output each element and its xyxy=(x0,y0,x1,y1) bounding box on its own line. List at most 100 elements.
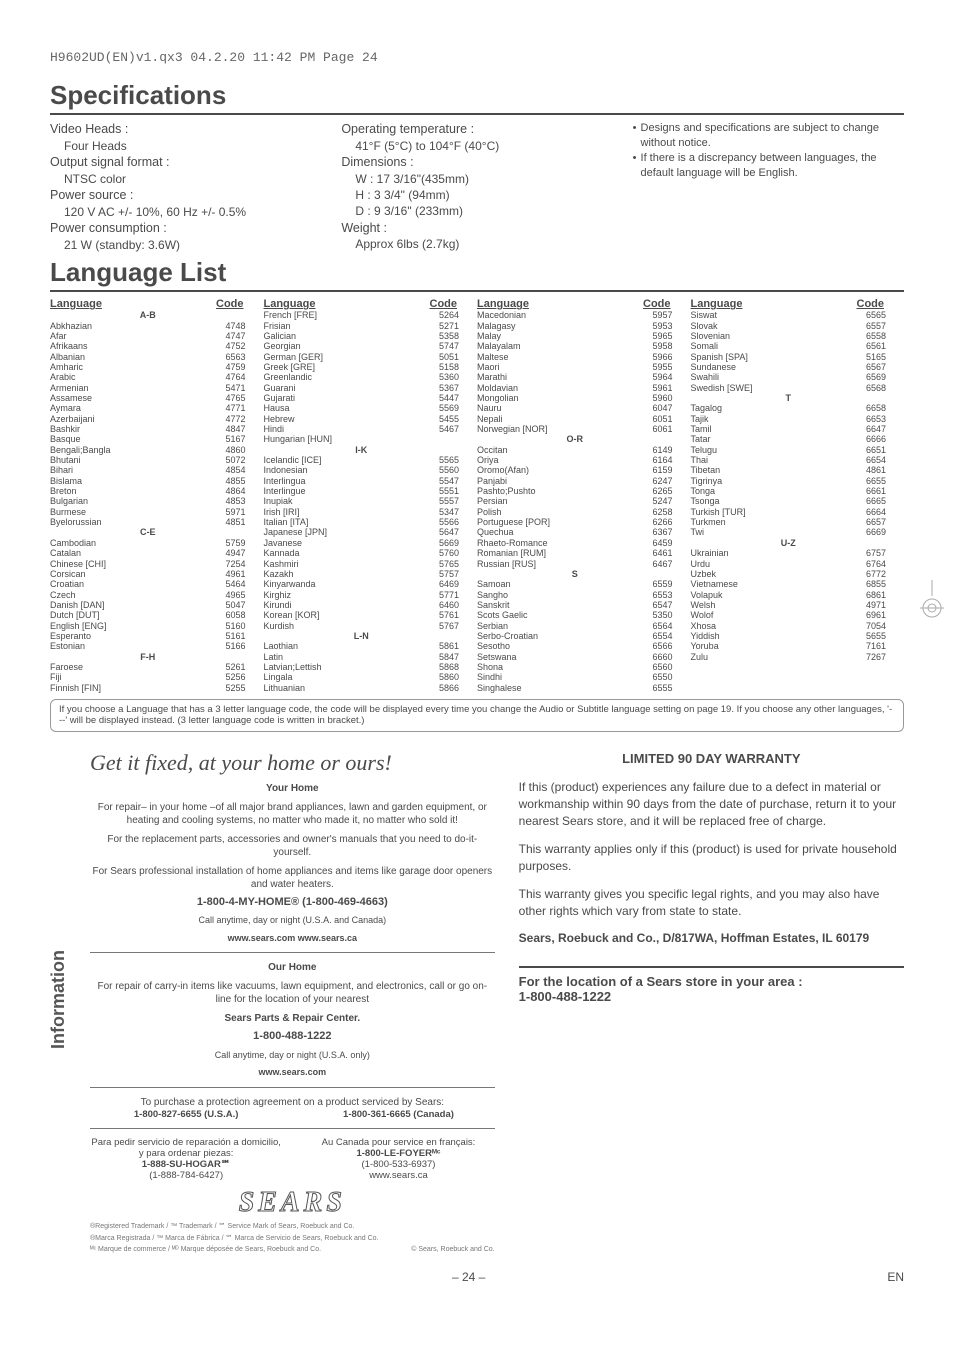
language-row: Moldavian 5961 xyxy=(477,383,673,393)
language-code: 6565 xyxy=(866,310,886,320)
language-row: Kashmiri5765 xyxy=(264,559,460,569)
lang-section-letter: F-H xyxy=(50,652,246,662)
language-row: Sesotho6566 xyxy=(477,641,673,651)
language-name: Spanish [SPA] xyxy=(691,352,748,362)
language-code: 6669 xyxy=(866,527,886,537)
sp-num: (1-888-784-6427) xyxy=(90,1170,282,1181)
language-code: 6467 xyxy=(652,559,672,569)
language-name: Cambodian xyxy=(50,538,96,548)
yh-phone: 1-800-4-MY-HOME® (1-800-469-4663) xyxy=(90,895,495,909)
protect-us-phone: 1-800-827-6655 (U.S.A.) xyxy=(90,1109,282,1120)
language-name: Azerbaijani xyxy=(50,414,95,424)
language-code: 6258 xyxy=(652,507,672,517)
lang-section-letter: L-N xyxy=(264,631,460,641)
language-name: Tonga xyxy=(691,486,716,496)
oh-phone: 1-800-488-1222 xyxy=(90,1029,495,1043)
page-lang: EN xyxy=(887,1270,904,1284)
language-row: Indonesian5560 xyxy=(264,465,460,475)
language-name: Esperanto xyxy=(50,631,91,641)
col-code: Code xyxy=(857,298,885,310)
language-name: Aymara xyxy=(50,403,81,413)
language-name: Volapuk xyxy=(691,590,723,600)
language-row: Gujarati5447 xyxy=(264,393,460,403)
language-code: 6159 xyxy=(652,465,672,475)
language-name: Nauru xyxy=(477,403,502,413)
lang-section-letter: T xyxy=(691,393,887,403)
language-name: German [GER] xyxy=(264,352,324,362)
spec-value: 120 V AC +/- 10%, 60 Hz +/- 0.5% xyxy=(50,204,321,220)
language-name: Moldavian xyxy=(477,383,518,393)
yh-www: www.sears.com www.sears.ca xyxy=(90,933,495,945)
language-row: Nauru6047 xyxy=(477,403,673,413)
language-name: Amharic xyxy=(50,362,83,372)
language-code: 6247 xyxy=(652,476,672,486)
language-code: 5360 xyxy=(439,372,459,382)
language-code: 5167 xyxy=(225,434,245,444)
language-name: Setswana xyxy=(477,652,517,662)
language-code: 6469 xyxy=(439,579,459,589)
language-row: Interlingua5547 xyxy=(264,476,460,486)
spec-value: 21 W (standby: 3.6W) xyxy=(50,237,321,253)
language-code: 6655 xyxy=(866,476,886,486)
language-code: 4765 xyxy=(225,393,245,403)
language-code: 6547 xyxy=(652,600,672,610)
language-row: Malayalam5958 xyxy=(477,341,673,351)
language-row: Corsican4961 xyxy=(50,569,246,579)
sears-logo: SEARS xyxy=(90,1187,495,1219)
language-code: 5761 xyxy=(439,610,459,620)
language-name: Bhutani xyxy=(50,455,81,465)
language-row: Bhutani5072 xyxy=(50,455,246,465)
language-code: 5347 xyxy=(439,507,459,517)
language-name: Tagalog xyxy=(691,403,723,413)
language-row: Hebrew5455 xyxy=(264,414,460,424)
spec-value: H : 3 3/4" (94mm) xyxy=(341,187,612,203)
language-code: 4854 xyxy=(225,465,245,475)
yh-call: Call anytime, day or night (U.S.A. and C… xyxy=(90,915,495,927)
language-code: 4747 xyxy=(225,331,245,341)
language-code: 4861 xyxy=(866,465,886,475)
language-row: Faroese5261 xyxy=(50,662,246,672)
language-row: Mongolian5960 xyxy=(477,393,673,403)
language-row: Tagalog6658 xyxy=(691,403,887,413)
language-code: 6764 xyxy=(866,559,886,569)
language-name: Thai xyxy=(691,455,709,465)
language-row: Kannada5760 xyxy=(264,548,460,558)
oh-call 11: Call anytime, day or night (U.S.A. only) xyxy=(90,1050,495,1062)
sp-title: Para pedir servicio de reparación a domi… xyxy=(90,1137,282,1159)
language-code: 6559 xyxy=(652,579,672,589)
language-code: 5358 xyxy=(439,331,459,341)
french-service: Au Canada pour service en français: 1-80… xyxy=(302,1137,494,1181)
language-name: Greenlandic xyxy=(264,372,313,382)
language-name: Hindi xyxy=(264,424,285,434)
language-name: Malagasy xyxy=(477,321,516,331)
language-row: Wolof6961 xyxy=(691,610,887,620)
language-code: 6550 xyxy=(652,672,672,682)
language-code: 5350 xyxy=(652,610,672,620)
language-row: Bihari4854 xyxy=(50,465,246,475)
language-code: 6560 xyxy=(652,662,672,672)
language-row: Marathi5964 xyxy=(477,372,673,382)
language-name: Maltese xyxy=(477,352,509,362)
language-name: Serbian xyxy=(477,621,508,631)
language-row: Serbian6564 xyxy=(477,621,673,631)
language-code: 5565 xyxy=(439,455,459,465)
language-column: Siswat6565Slovak6557Slovenian6558Somali6… xyxy=(691,310,905,693)
language-code: 4764 xyxy=(225,372,245,382)
language-name: Hausa xyxy=(264,403,290,413)
language-code: 5847 xyxy=(439,652,459,662)
language-row: Turkish [TUR]6664 xyxy=(691,507,887,517)
language-name: Byelorussian xyxy=(50,517,102,527)
language-code: 5765 xyxy=(439,559,459,569)
language-name: Ukrainian xyxy=(691,548,729,558)
language-row: Sangho6553 xyxy=(477,590,673,600)
language-row: Turkmen6657 xyxy=(691,517,887,527)
language-name: Sindhi xyxy=(477,672,502,682)
language-name: Tigrinya xyxy=(691,476,723,486)
spec-value: Approx 6lbs (2.7kg) xyxy=(341,236,612,252)
language-row: Bengali;Bangla4860 xyxy=(50,445,246,455)
language-name: Sanskrit xyxy=(477,600,510,610)
language-name: Shona xyxy=(477,662,503,672)
language-code: 7267 xyxy=(866,652,886,662)
language-name: Pashto;Pushto xyxy=(477,486,536,496)
language-code: 5961 xyxy=(652,383,672,393)
